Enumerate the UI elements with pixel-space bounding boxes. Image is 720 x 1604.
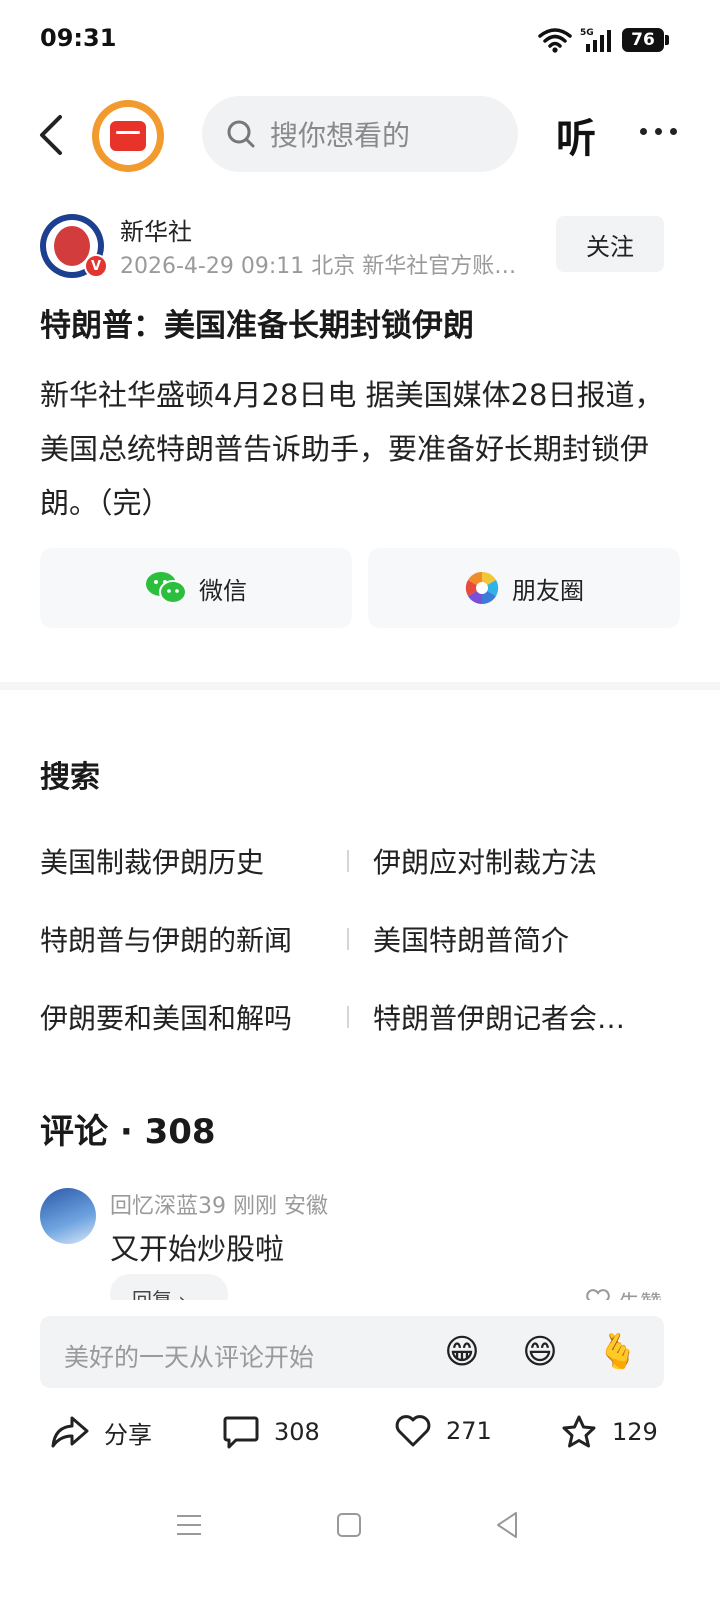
- battery-icon: 76: [622, 28, 669, 52]
- comment-text: 又开始炒股啦: [110, 1232, 285, 1266]
- share-wechat-label: 微信: [199, 576, 247, 605]
- grin-emoji-icon[interactable]: 😁: [440, 1330, 484, 1374]
- author-meta: 2026-4-29 09:11 北京 新华社官方账…: [120, 254, 517, 279]
- comment-like-button[interactable]: 先赞: [585, 1286, 662, 1300]
- finger-heart-emoji-icon[interactable]: 🫰: [596, 1330, 640, 1374]
- share-buttons: 微信 朋友圈: [40, 548, 680, 628]
- back-nav-icon[interactable]: [494, 1510, 520, 1540]
- moments-icon: [465, 571, 499, 605]
- share-button[interactable]: 分享: [50, 1414, 152, 1450]
- bottom-action-bar: 分享 308 271 129: [0, 1404, 720, 1470]
- menu-icon[interactable]: [175, 1512, 203, 1538]
- suggestion-separator: [347, 850, 349, 872]
- listen-button[interactable]: 听: [556, 106, 596, 164]
- share-wechat-button[interactable]: 微信: [40, 548, 352, 628]
- suggestion-row: 美国制裁伊朗历史 伊朗应对制裁方法: [40, 822, 680, 900]
- search-icon: [227, 120, 255, 148]
- favorite-count: 129: [612, 1418, 658, 1446]
- comment-button[interactable]: 308: [222, 1414, 320, 1450]
- search-suggestions: 美国制裁伊朗历史 伊朗应对制裁方法 特朗普与伊朗的新闻 美国特朗普简介 伊朗要和…: [40, 822, 680, 1056]
- comment-input-placeholder: 美好的一天从评论开始: [64, 1343, 315, 1372]
- author-name[interactable]: 新华社: [120, 212, 192, 247]
- search-box[interactable]: 搜你想看的: [202, 96, 518, 172]
- suggestion-separator: [347, 1006, 349, 1028]
- comment-input[interactable]: 美好的一天从评论开始 😁 😄 🫰: [40, 1316, 664, 1388]
- favorite-button[interactable]: 129: [560, 1414, 658, 1450]
- home-icon[interactable]: [336, 1512, 362, 1538]
- comment-like-label: 先赞: [618, 1292, 662, 1300]
- heart-icon: [586, 1289, 610, 1300]
- laugh-emoji-icon[interactable]: 😄: [518, 1330, 562, 1374]
- share-icon: [51, 1416, 89, 1448]
- comment-item: 回忆深蓝39 刚刚 安徽 又开始炒股啦 回复 › 先赞: [40, 1188, 680, 1300]
- search-section-title: 搜索: [40, 760, 100, 795]
- share-label: 分享: [104, 1420, 152, 1449]
- wechat-icon: [146, 572, 187, 604]
- top-bar: 搜你想看的 听: [0, 92, 720, 178]
- search-placeholder: 搜你想看的: [270, 119, 411, 152]
- suggestion-separator: [347, 928, 349, 950]
- system-nav-bar: [0, 1496, 720, 1556]
- network-label: 5G: [580, 28, 594, 38]
- app-logo[interactable]: [92, 100, 164, 172]
- wifi-icon: [538, 28, 572, 53]
- suggestion-row: 特朗普与伊朗的新闻 美国特朗普简介: [40, 900, 680, 978]
- comment-meta: 回忆深蓝39 刚刚 安徽: [110, 1194, 328, 1219]
- reply-button[interactable]: 回复 ›: [110, 1274, 228, 1300]
- comments-title: 评论 · 308: [40, 1112, 216, 1152]
- commenter-avatar[interactable]: [40, 1188, 96, 1244]
- star-icon: [562, 1415, 596, 1448]
- article-body: 新华社华盛顿4月28日电 据美国媒体28日报道，美国总统特朗普告诉助手，要准备好…: [40, 378, 664, 520]
- heart-outline-icon: [395, 1415, 431, 1447]
- status-bar: 09:31 5G 76: [0, 0, 720, 84]
- share-moments-label: 朋友圈: [512, 576, 584, 605]
- suggestion-row: 伊朗要和美国和解吗 特朗普伊朗记者会…: [40, 978, 680, 1056]
- status-icons: 5G 76: [538, 26, 669, 54]
- share-moments-button[interactable]: 朋友圈: [368, 548, 680, 628]
- status-time: 09:31: [40, 24, 117, 52]
- suggestion-item[interactable]: 美国制裁伊朗历史: [40, 841, 347, 881]
- suggestion-item[interactable]: 特朗普与伊朗的新闻: [40, 919, 347, 959]
- follow-button[interactable]: 关注: [556, 216, 664, 272]
- signal-5g-icon: 5G: [580, 28, 611, 52]
- comment-count: 308: [274, 1418, 320, 1446]
- battery-level: 76: [631, 30, 655, 50]
- suggestion-item[interactable]: 伊朗要和美国和解吗: [40, 997, 347, 1037]
- verified-badge-icon: V: [84, 254, 108, 278]
- article-title: 特朗普：美国准备长期封锁伊朗: [40, 308, 474, 344]
- like-button[interactable]: 271: [394, 1414, 492, 1448]
- back-arrow-icon[interactable]: [36, 114, 66, 156]
- more-icon[interactable]: [640, 128, 677, 135]
- author-row: V 新华社 2026-4-29 09:11 北京 新华社官方账… 关注: [40, 212, 680, 282]
- suggestion-item[interactable]: 特朗普伊朗记者会…: [373, 997, 680, 1037]
- section-divider: [0, 682, 720, 690]
- comment-icon: [223, 1416, 259, 1449]
- suggestion-item[interactable]: 伊朗应对制裁方法: [373, 841, 680, 881]
- like-count: 271: [446, 1417, 492, 1445]
- suggestion-item[interactable]: 美国特朗普简介: [373, 919, 680, 959]
- red-packet-icon: [110, 121, 146, 151]
